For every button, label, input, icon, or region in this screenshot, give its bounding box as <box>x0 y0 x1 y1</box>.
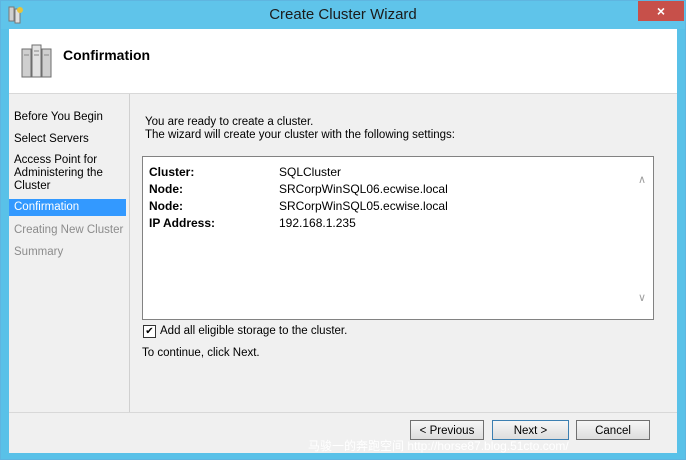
wizard-header: Confirmation <box>9 29 677 94</box>
scroll-down-icon[interactable]: ∨ <box>635 291 649 304</box>
setting-key: Cluster: <box>149 165 195 179</box>
step-access-point[interactable]: Access Point for Administering the Clust… <box>9 154 109 193</box>
step-select-servers[interactable]: Select Servers <box>9 133 126 146</box>
continue-text: To continue, click Next. <box>142 347 260 359</box>
cluster-servers-icon <box>21 44 52 78</box>
settings-list[interactable]: Cluster: SQLCluster Node: SRCorpWinSQL06… <box>142 156 654 320</box>
setting-value: SQLCluster <box>279 165 342 179</box>
intro-line-2: The wizard will create your cluster with… <box>145 129 455 141</box>
step-summary: Summary <box>14 246 64 258</box>
step-before-you-begin[interactable]: Before You Begin <box>9 111 126 124</box>
add-storage-label[interactable]: Add all eligible storage to the cluster. <box>160 325 347 337</box>
setting-key: IP Address: <box>149 216 216 230</box>
title-bar[interactable]: Create Cluster Wizard × <box>1 1 685 29</box>
setting-value: SRCorpWinSQL06.ecwise.local <box>279 182 448 196</box>
checkmark-icon: ✔ <box>145 326 154 337</box>
wizard-steps-nav: Before You Begin Select Servers Access P… <box>9 94 130 412</box>
setting-key: Node: <box>149 182 183 196</box>
intro-text: You are ready to create a cluster. The w… <box>145 116 455 142</box>
close-icon: × <box>656 3 666 19</box>
setting-value: SRCorpWinSQL05.ecwise.local <box>279 199 448 213</box>
wizard-content: Confirmation Before You Begin Select Ser… <box>9 29 677 453</box>
cancel-button[interactable]: Cancel <box>576 420 650 440</box>
watermark-text: 马骏一的奔跑空间 http://horse87.blog.51cto.com/ <box>308 439 569 453</box>
setting-key: Node: <box>149 199 183 213</box>
intro-line-1: You are ready to create a cluster. <box>145 116 314 128</box>
main-panel: You are ready to create a cluster. The w… <box>130 94 677 412</box>
close-button[interactable]: × <box>638 1 684 21</box>
step-confirmation[interactable]: Confirmation <box>9 199 126 216</box>
window-title: Create Cluster Wizard <box>269 6 417 23</box>
wizard-window: Create Cluster Wizard × Confirmation Bef… <box>0 0 686 460</box>
setting-value: 192.168.1.235 <box>279 216 356 230</box>
scroll-up-icon[interactable]: ∧ <box>635 173 649 186</box>
add-storage-checkbox[interactable]: ✔ <box>143 325 156 338</box>
page-title: Confirmation <box>63 47 151 63</box>
step-creating-new-cluster: Creating New Cluster <box>14 224 124 236</box>
